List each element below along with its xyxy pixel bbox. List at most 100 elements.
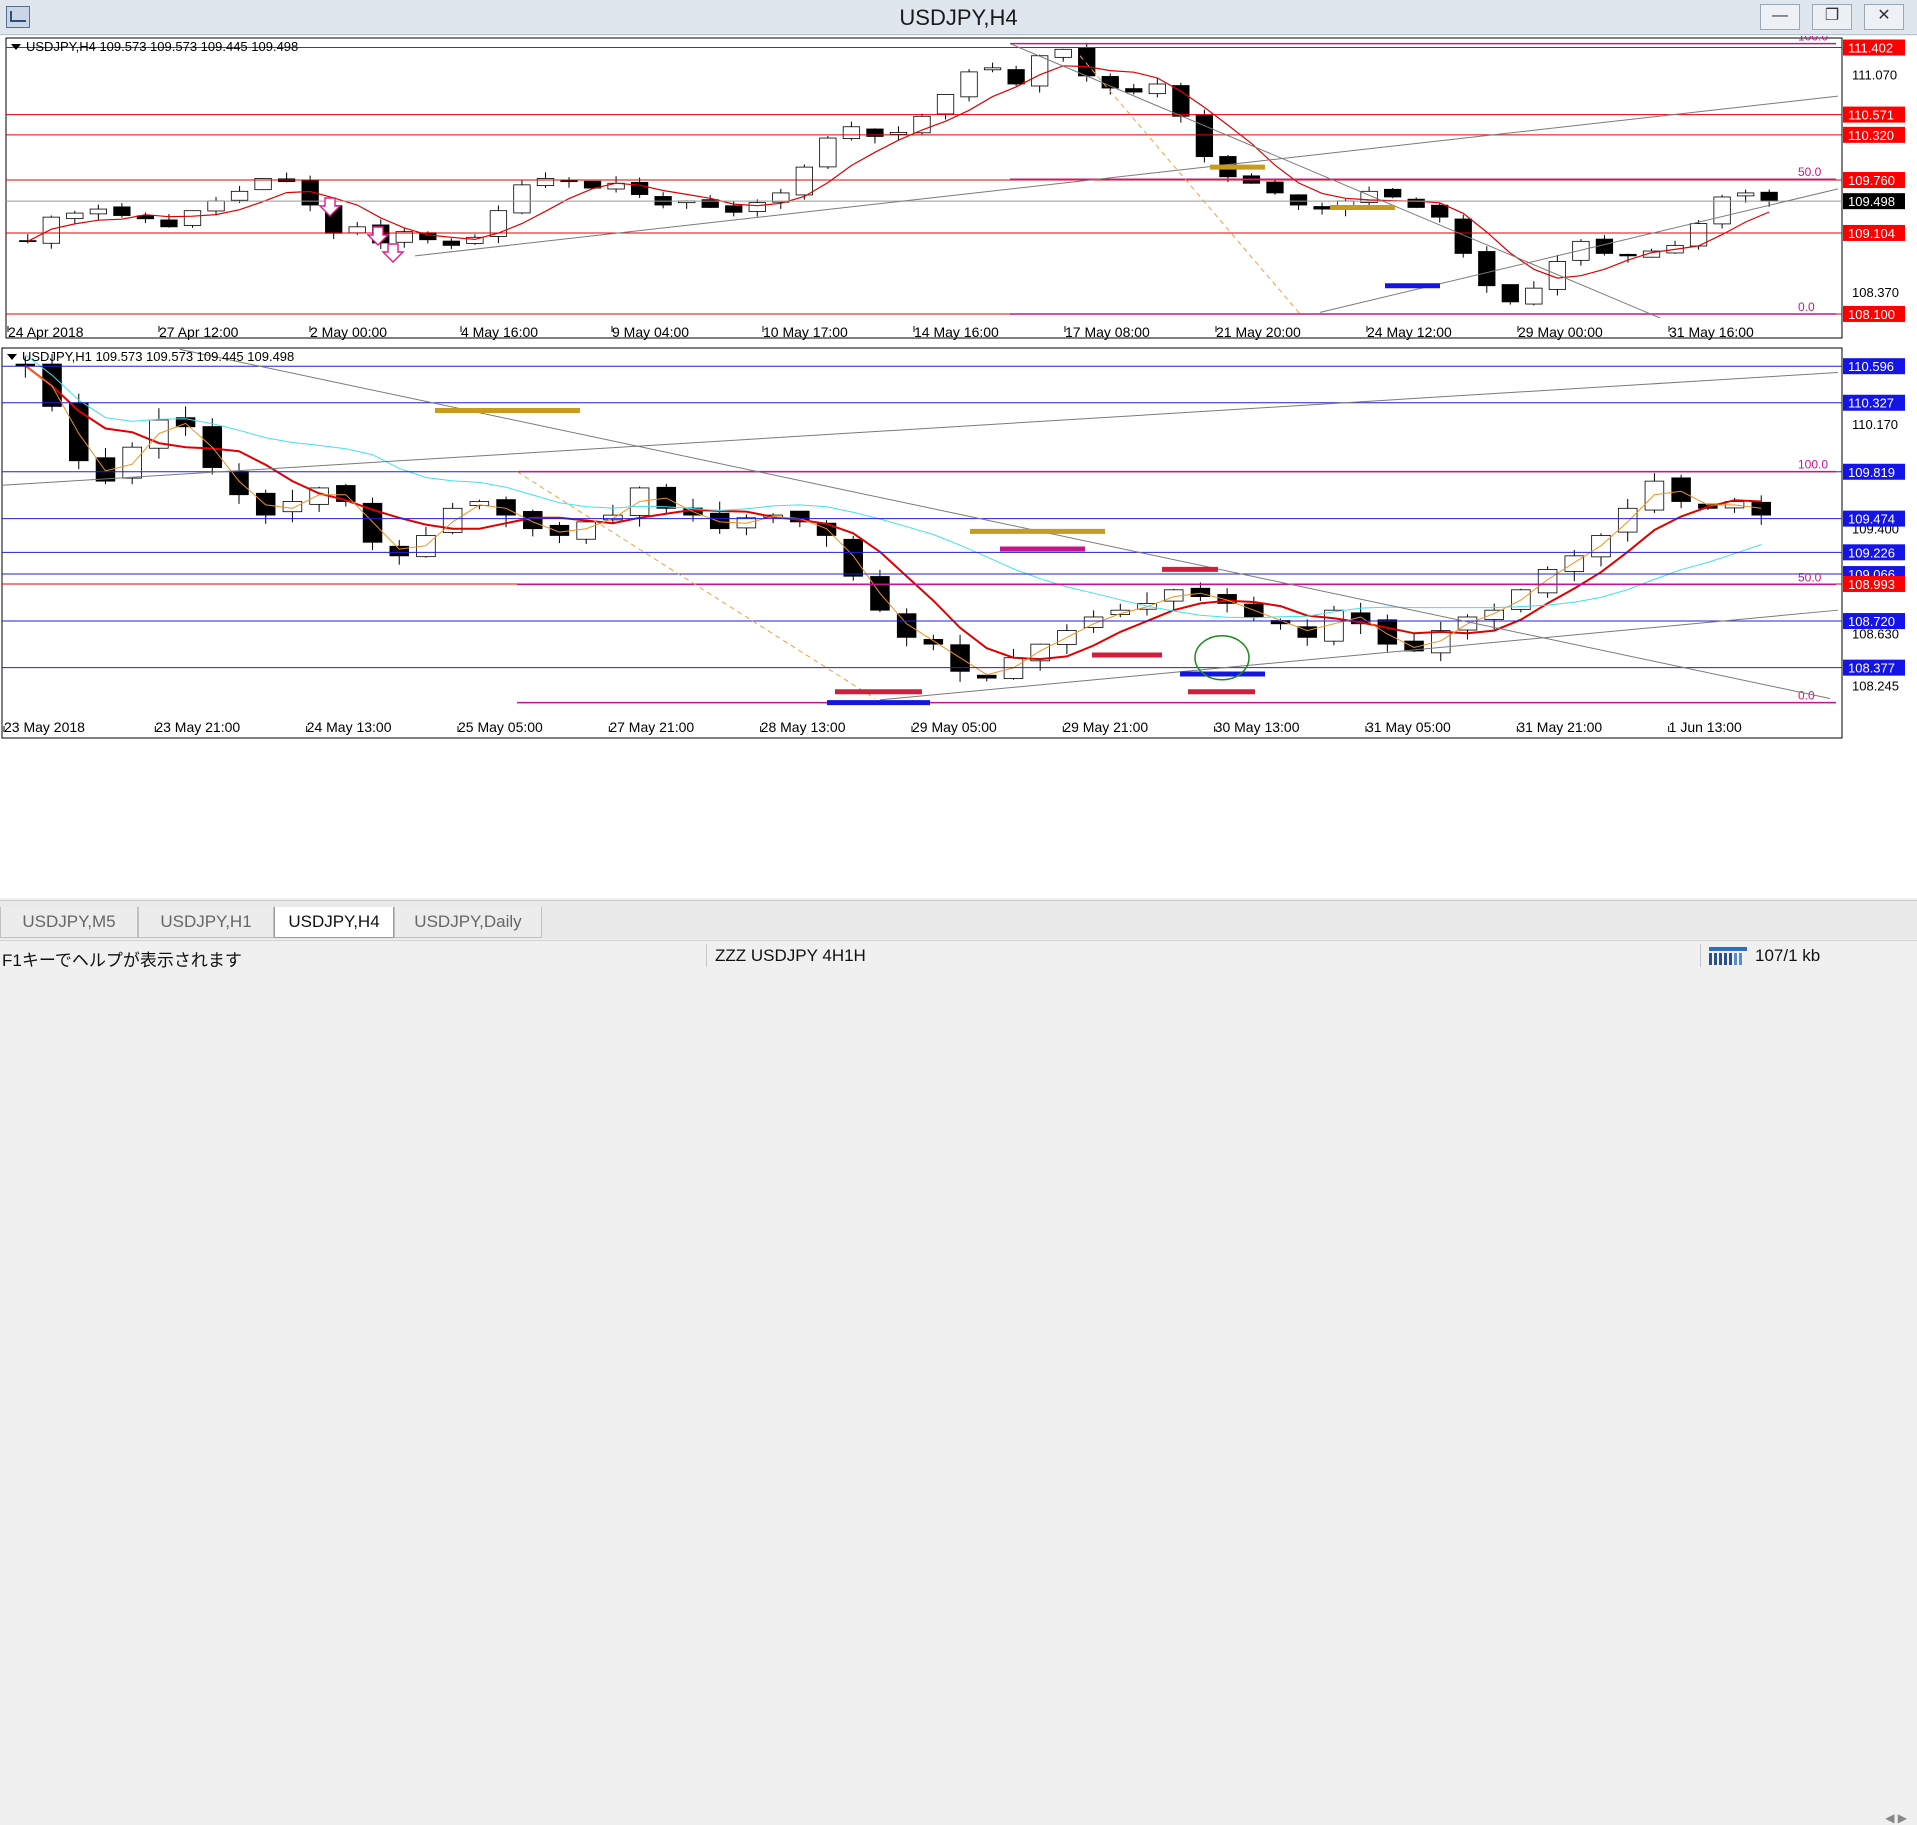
candle-body <box>923 638 944 645</box>
restore-icon: ❐ <box>1824 7 1840 24</box>
time-axis-label: 1 Jun 13:00 <box>1669 719 1742 735</box>
candle-body <box>1478 251 1496 287</box>
time-axis-label: 10 May 17:00 <box>763 324 848 340</box>
price-label: 110.596 <box>1848 359 1894 374</box>
candle-body <box>15 363 36 367</box>
price-label: 109.760 <box>1848 173 1895 188</box>
time-axis-label: 31 May 05:00 <box>1366 719 1451 735</box>
candle-body <box>1501 284 1519 303</box>
candle-body <box>1760 191 1778 202</box>
candle-body <box>1737 192 1755 197</box>
candle-body <box>42 216 60 244</box>
price-label: 110.320 <box>1848 128 1894 143</box>
minimize-icon: — <box>1772 7 1788 24</box>
candle-body <box>1289 194 1308 206</box>
price-label: 110.327 <box>1848 396 1894 411</box>
time-axis-label: 23 May 21:00 <box>155 719 240 735</box>
candle-body <box>1431 204 1449 218</box>
axis-tick-label: 108.370 <box>1852 285 1899 300</box>
candle-body <box>1377 619 1398 645</box>
candle-body <box>983 67 1002 71</box>
price-label: 109.104 <box>1848 226 1895 241</box>
time-axis-label: 29 May 05:00 <box>912 719 997 735</box>
candle-body <box>1537 569 1558 594</box>
candle-body <box>560 180 578 183</box>
time-axis-label: 14 May 16:00 <box>914 324 999 340</box>
time-axis-label: 27 Apr 12:00 <box>159 324 239 340</box>
panel-header: USDJPY,H4 109.573 109.573 109.445 109.49… <box>26 39 298 54</box>
candle-body <box>282 501 303 513</box>
axis-tick-label: 110.170 <box>1852 417 1898 432</box>
candle-body <box>1407 198 1425 208</box>
fibonacci-level-label: 100.0 <box>1798 458 1828 472</box>
time-axis-label: 31 May 16:00 <box>1669 324 1754 340</box>
candle-body <box>442 240 460 246</box>
candle-body <box>1525 287 1543 305</box>
price-label: 109.819 <box>1848 465 1895 480</box>
candle-body <box>229 471 249 496</box>
fibonacci-level-label: 100.0 <box>1798 36 1828 44</box>
candle-body <box>1431 630 1451 654</box>
candle-body <box>1644 480 1665 511</box>
fibonacci-level-label: 50.0 <box>1798 165 1822 179</box>
connection-bars-icon <box>1709 947 1747 965</box>
candle-body <box>1007 69 1025 85</box>
chart-canvas[interactable]: 111.070 108.370 111.402 110.571 110.320 109.7… <box>0 36 1917 898</box>
time-axis-label: 29 May 00:00 <box>1518 324 1603 340</box>
candle-body <box>160 219 178 228</box>
candle-body <box>207 200 225 212</box>
candle-body <box>1195 114 1214 158</box>
tab-usdjpy-h1[interactable]: USDJPY,H1 <box>138 907 274 938</box>
time-axis-label: 2 May 00:00 <box>310 324 387 340</box>
candle-body <box>536 178 555 186</box>
time-axis-label: 9 May 04:00 <box>612 324 689 340</box>
time-axis-label: 17 May 08:00 <box>1065 324 1150 340</box>
price-label: 108.100 <box>1848 307 1895 322</box>
candle-body <box>1454 218 1472 254</box>
tab-usdjpy-daily[interactable]: USDJPY,Daily <box>394 907 542 938</box>
candle-body <box>977 674 997 679</box>
price-label: 108.377 <box>1848 661 1895 676</box>
candle-body <box>1266 181 1284 194</box>
time-axis-label: 24 May 12:00 <box>1367 324 1452 340</box>
time-axis-label: 27 May 21:00 <box>609 719 694 735</box>
close-button[interactable]: ✕ <box>1864 4 1904 30</box>
price-label: 108.720 <box>1848 614 1895 629</box>
fibonacci-level-label: 50.0 <box>1798 570 1822 584</box>
candle-body <box>1031 55 1049 87</box>
status-divider <box>1700 944 1701 967</box>
candle-body <box>1125 88 1143 93</box>
candle-body <box>842 126 861 139</box>
candle-body <box>389 545 409 557</box>
time-axis-label: 25 May 05:00 <box>458 719 543 735</box>
price-label: 108.993 <box>1848 577 1895 592</box>
candle-body <box>230 190 249 201</box>
chart-window[interactable]: 111.070 108.370 111.402 110.571 110.320 109.7… <box>0 36 1917 898</box>
candle-body <box>1172 85 1190 117</box>
price-label: 110.571 <box>1848 108 1894 123</box>
candle-body <box>936 94 955 115</box>
candle-body <box>603 514 623 521</box>
status-divider <box>706 944 707 967</box>
candle-body <box>725 205 743 213</box>
time-axis-label: 23 May 2018 <box>4 719 85 735</box>
minimize-button[interactable]: — <box>1760 4 1800 30</box>
title-bar: USDJPY,H4 — ❐ ✕ <box>0 0 1917 35</box>
panel-frame-h4 <box>5 37 1843 339</box>
tab-usdjpy-h4[interactable]: USDJPY,H4 <box>274 907 394 938</box>
tab-usdjpy-m5[interactable]: USDJPY,M5 <box>0 907 138 938</box>
candle-body <box>1083 616 1104 628</box>
axis-tick-label: 111.070 <box>1852 67 1897 82</box>
candle-body <box>1484 609 1504 620</box>
time-axis-label: 28 May 13:00 <box>761 719 846 735</box>
fibonacci-level-label: 0.0 <box>1798 300 1815 314</box>
candle-body <box>843 538 863 577</box>
candle-body <box>1671 477 1691 502</box>
status-profile: ZZZ USDJPY 4H1H <box>715 946 866 965</box>
tab-scroll-arrows-icon[interactable]: ◀ ▶ <box>1885 1811 1907 1825</box>
maximize-button[interactable]: ❐ <box>1812 4 1852 30</box>
panel-frame-h1 <box>1 347 1843 739</box>
price-label: 109.226 <box>1848 545 1895 560</box>
candle-body <box>255 492 276 516</box>
candle-body <box>113 206 131 216</box>
